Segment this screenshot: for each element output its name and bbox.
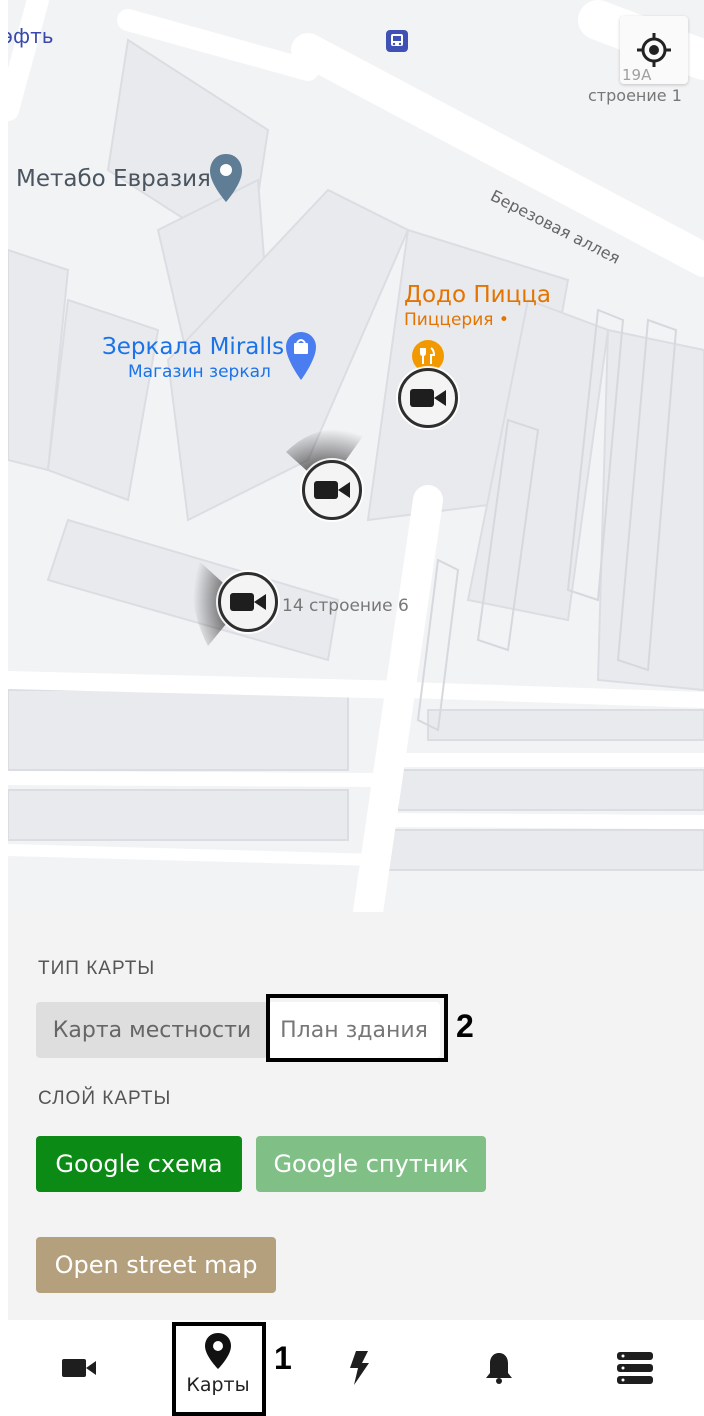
annotation-box-2	[266, 994, 448, 1062]
camera-marker-1[interactable]	[398, 368, 458, 428]
camera-fov-layer	[192, 428, 366, 646]
camera-marker-2[interactable]	[302, 460, 362, 520]
video-camera-icon	[314, 481, 350, 499]
map-view[interactable]: эфть 19A строение 1 Березовая аллея Мета…	[8, 0, 704, 912]
layer-google-satellite-button[interactable]: Google спутник	[256, 1136, 486, 1192]
camera-icon	[62, 1359, 96, 1377]
layer-google-scheme-button[interactable]: Google схема	[36, 1136, 242, 1192]
map-layer-label: СЛОЙ КАРТЫ	[38, 1088, 172, 1109]
bottom-navigation: Карты	[0, 1320, 704, 1416]
nav-events[interactable]	[334, 1320, 384, 1416]
nav-menu[interactable]	[610, 1320, 660, 1416]
camera-marker-3[interactable]	[218, 572, 278, 632]
list-icon	[617, 1352, 653, 1384]
video-camera-icon	[230, 593, 266, 611]
video-camera-icon	[410, 389, 446, 407]
nav-notifications[interactable]	[474, 1320, 524, 1416]
nav-cameras[interactable]	[50, 1320, 110, 1416]
layer-osm-button[interactable]: Open street map	[36, 1237, 276, 1293]
map-type-label: ТИП КАРТЫ	[38, 958, 156, 979]
bell-icon	[486, 1353, 512, 1384]
bolt-icon	[350, 1351, 369, 1385]
annotation-number-1: 1	[274, 1340, 292, 1376]
annotation-box-1	[172, 1322, 266, 1416]
map-settings-panel: ТИП КАРТЫ Карта местности План здания СЛ…	[8, 912, 704, 1320]
annotation-number-2: 2	[456, 1008, 474, 1044]
map-type-terrain-button[interactable]: Карта местности	[36, 1002, 268, 1058]
